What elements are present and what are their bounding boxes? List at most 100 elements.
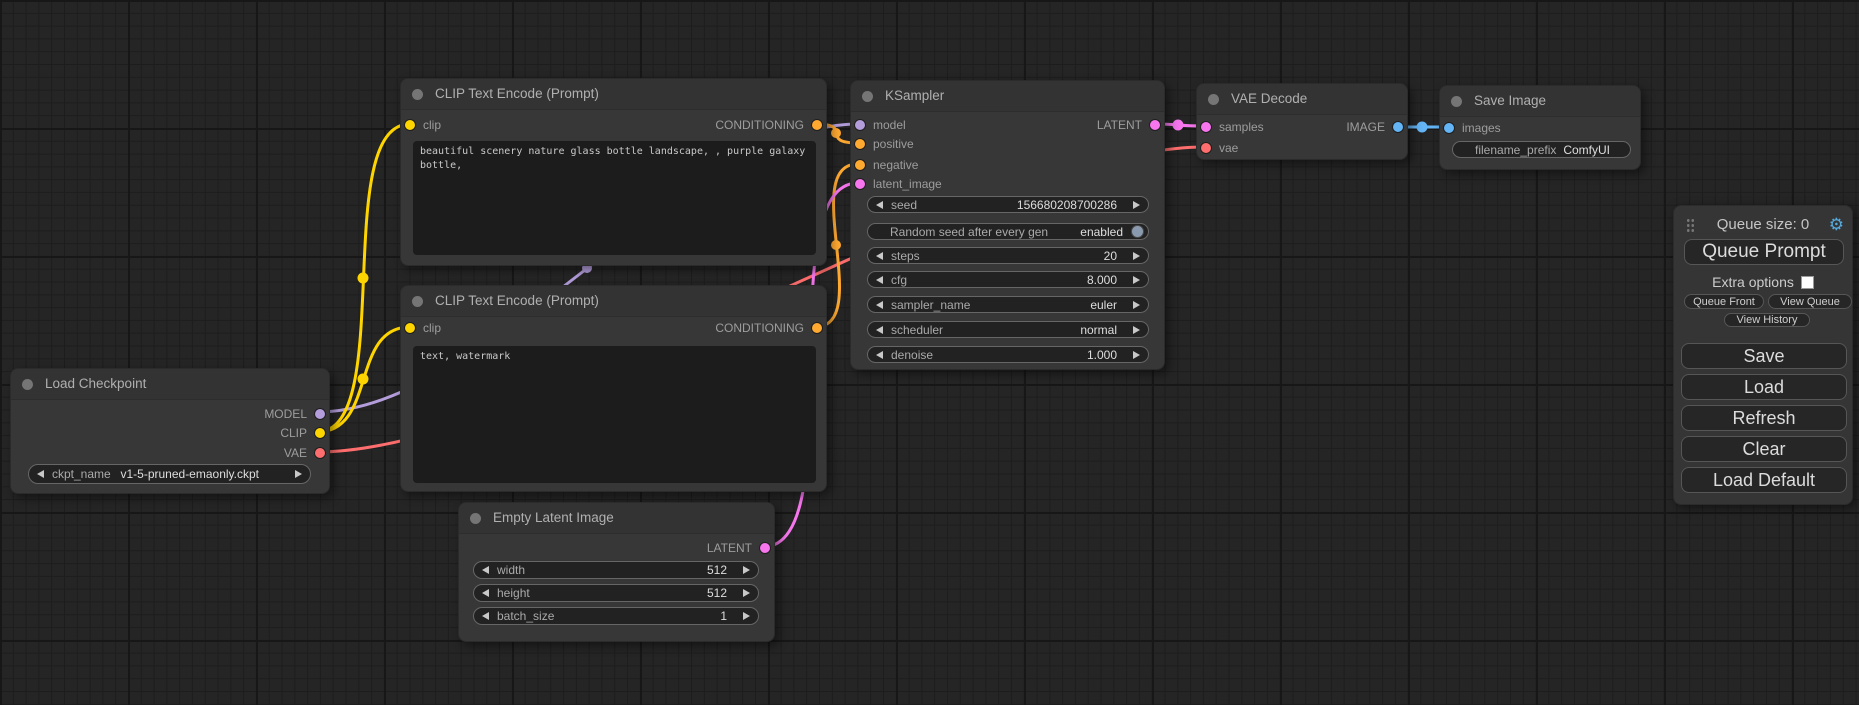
widget-random-seed-toggle[interactable]: Random seed after every gen enabled [867, 223, 1149, 240]
prompt-textarea[interactable]: text, watermark [413, 346, 816, 483]
decrement-icon[interactable] [876, 276, 883, 284]
load-default-button[interactable]: Load Default [1681, 467, 1847, 493]
node-titlebar[interactable]: Empty Latent Image [459, 503, 774, 534]
link-midpoint-dot [1417, 122, 1428, 133]
port-dot-negative[interactable] [855, 160, 865, 170]
widget-batch-size[interactable]: batch_size 1 [473, 607, 759, 625]
widget-denoise[interactable]: denoise 1.000 [867, 346, 1149, 363]
node-titlebar[interactable]: CLIP Text Encode (Prompt) [401, 79, 826, 110]
port-dot-conditioning[interactable] [812, 323, 822, 333]
node-title: VAE Decode [1231, 91, 1307, 106]
node-clip-text-encode-negative: CLIP Text Encode (Prompt) clip CONDITION… [400, 285, 827, 492]
increment-icon[interactable] [743, 589, 750, 597]
node-titlebar[interactable]: KSampler [851, 81, 1164, 112]
input-port-vae[interactable]: vae [1197, 139, 1407, 157]
widget-sampler-name[interactable]: sampler_name euler [867, 296, 1149, 313]
decrement-icon[interactable] [876, 326, 883, 334]
prompt-textarea[interactable]: beautiful scenery nature glass bottle la… [413, 141, 816, 255]
decrement-icon[interactable] [876, 201, 883, 209]
decrement-icon[interactable] [876, 252, 883, 260]
widget-filename-prefix[interactable]: filename_prefix ComfyUI [1452, 141, 1631, 158]
widget-ckpt-name[interactable]: ckpt_name v1-5-pruned-emaonly.ckpt [28, 464, 311, 484]
settings-gear-icon[interactable]: ⚙ [1829, 215, 1844, 235]
node-title: Save Image [1474, 93, 1546, 108]
port-dot-latent-image[interactable] [855, 179, 865, 189]
queue-prompt-button[interactable]: Queue Prompt [1684, 239, 1844, 265]
increment-icon[interactable] [295, 470, 302, 478]
port-dot-model[interactable] [315, 409, 325, 419]
save-button[interactable]: Save [1681, 343, 1847, 369]
extra-options-checkbox[interactable] [1801, 276, 1814, 289]
port-dot-latent[interactable] [760, 543, 770, 553]
widget-label: ckpt_name [52, 467, 111, 481]
widget-height[interactable]: height 512 [473, 584, 759, 602]
decrement-icon[interactable] [482, 589, 489, 597]
node-title: CLIP Text Encode (Prompt) [435, 86, 599, 101]
increment-icon[interactable] [743, 612, 750, 620]
increment-icon[interactable] [1133, 351, 1140, 359]
button-label: Load [1744, 377, 1784, 398]
decrement-icon[interactable] [876, 301, 883, 309]
input-port-negative[interactable]: negative [851, 156, 1164, 174]
input-port-images[interactable]: images [1440, 119, 1640, 137]
button-label: Clear [1742, 439, 1785, 460]
decrement-icon[interactable] [482, 566, 489, 574]
increment-icon[interactable] [1133, 301, 1140, 309]
node-titlebar[interactable]: VAE Decode [1197, 84, 1407, 115]
node-status-dot [1451, 96, 1462, 107]
output-port-image[interactable]: IMAGE [1197, 118, 1407, 136]
drag-handle-icon[interactable] [1686, 218, 1695, 233]
widget-label: cfg [891, 273, 907, 287]
widget-label: height [497, 586, 530, 600]
queue-menu-panel: Queue size: 0 ⚙ Queue Prompt Extra optio… [1673, 205, 1853, 505]
widget-value: 1.000 [1087, 348, 1117, 362]
view-history-button[interactable]: View History [1724, 313, 1810, 327]
output-port-conditioning[interactable]: CONDITIONING [401, 116, 826, 134]
port-label: VAE [284, 444, 307, 462]
increment-icon[interactable] [1133, 326, 1140, 334]
increment-icon[interactable] [1133, 201, 1140, 209]
node-titlebar[interactable]: Load Checkpoint [11, 369, 329, 400]
widget-steps[interactable]: steps 20 [867, 247, 1149, 264]
output-port-latent[interactable]: LATENT [851, 116, 1164, 134]
port-dot-positive[interactable] [855, 139, 865, 149]
node-graph-canvas[interactable]: Load Checkpoint MODEL CLIP VAE ckpt_name… [0, 0, 1859, 705]
port-dot-conditioning[interactable] [812, 120, 822, 130]
port-dot-vae[interactable] [315, 448, 325, 458]
widget-value: 8.000 [1087, 273, 1117, 287]
node-titlebar[interactable]: CLIP Text Encode (Prompt) [401, 286, 826, 317]
input-port-latent-image[interactable]: latent_image [851, 175, 1164, 193]
decrement-icon[interactable] [37, 470, 44, 478]
output-port-conditioning[interactable]: CONDITIONING [401, 319, 826, 337]
widget-width[interactable]: width 512 [473, 561, 759, 579]
port-dot-image[interactable] [1393, 122, 1403, 132]
node-status-dot [862, 91, 873, 102]
port-dot-latent[interactable] [1150, 120, 1160, 130]
output-port-model[interactable]: MODEL [11, 405, 329, 423]
port-dot-vae[interactable] [1201, 143, 1211, 153]
increment-icon[interactable] [1133, 252, 1140, 260]
toggle-icon[interactable] [1131, 225, 1144, 238]
output-port-clip[interactable]: CLIP [11, 424, 329, 442]
clear-button[interactable]: Clear [1681, 436, 1847, 462]
increment-icon[interactable] [1133, 276, 1140, 284]
refresh-button[interactable]: Refresh [1681, 405, 1847, 431]
output-port-latent[interactable]: LATENT [459, 539, 774, 557]
widget-cfg[interactable]: cfg 8.000 [867, 271, 1149, 288]
port-dot-images[interactable] [1444, 123, 1454, 133]
queue-front-button[interactable]: Queue Front [1684, 294, 1764, 309]
load-button[interactable]: Load [1681, 374, 1847, 400]
widget-scheduler[interactable]: scheduler normal [867, 321, 1149, 338]
button-label: Queue Prompt [1702, 241, 1826, 263]
node-load-checkpoint: Load Checkpoint MODEL CLIP VAE ckpt_name… [10, 368, 330, 494]
view-queue-button[interactable]: View Queue [1768, 294, 1852, 309]
node-titlebar[interactable]: Save Image [1440, 86, 1640, 117]
node-status-dot [1208, 94, 1219, 105]
output-port-vae[interactable]: VAE [11, 444, 329, 462]
increment-icon[interactable] [743, 566, 750, 574]
port-dot-clip[interactable] [315, 428, 325, 438]
decrement-icon[interactable] [876, 351, 883, 359]
input-port-positive[interactable]: positive [851, 135, 1164, 153]
widget-seed[interactable]: seed 156680208700286 [867, 196, 1149, 213]
decrement-icon[interactable] [482, 612, 489, 620]
